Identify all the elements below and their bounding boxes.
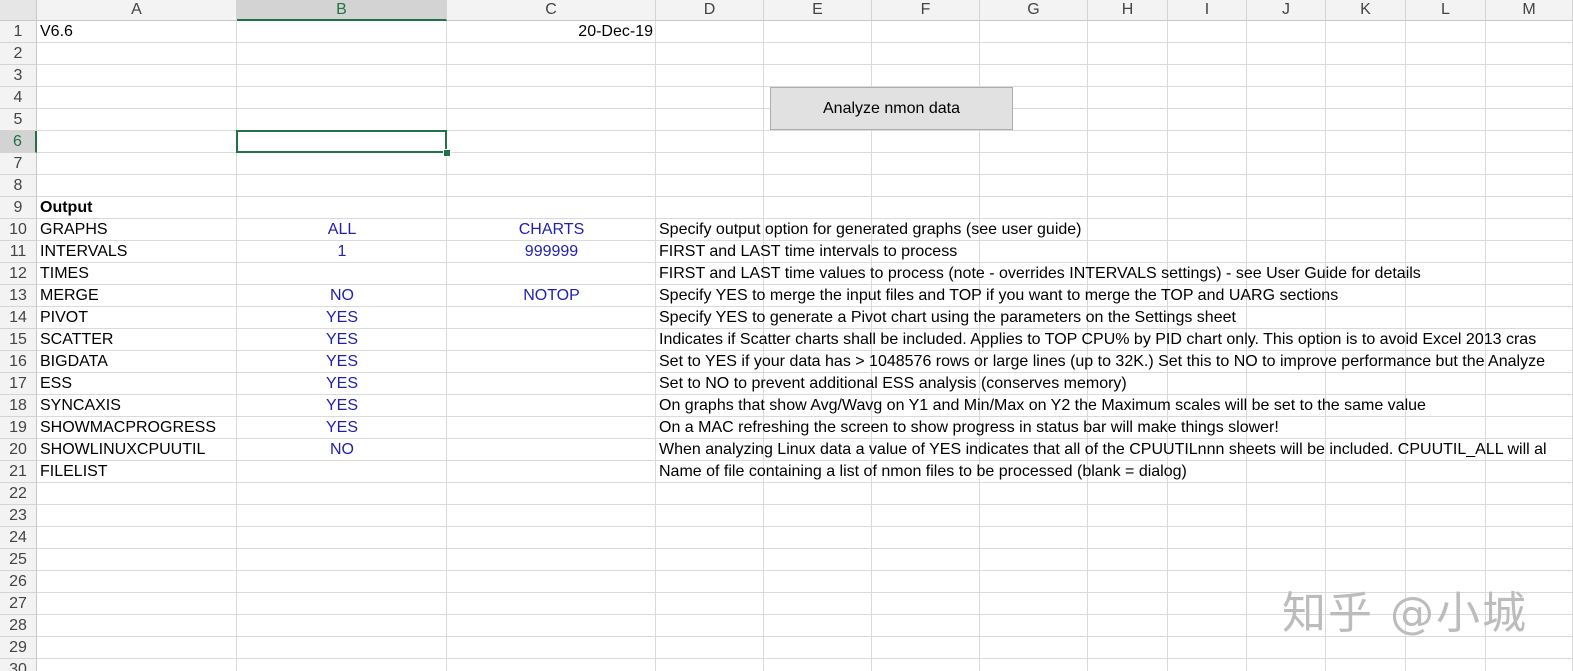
- cell-a17[interactable]: ESS: [37, 373, 237, 394]
- column-header-d[interactable]: D: [656, 0, 764, 21]
- gridline-horizontal: [37, 64, 1573, 65]
- cell-a1[interactable]: V6.6: [37, 21, 237, 42]
- row-header-13[interactable]: 13: [0, 285, 37, 307]
- cell-a13[interactable]: MERGE: [37, 285, 237, 306]
- row-header-25[interactable]: 25: [0, 549, 37, 571]
- cell-b10[interactable]: ALL: [237, 219, 447, 240]
- row-header-7[interactable]: 7: [0, 153, 37, 175]
- row-header-28[interactable]: 28: [0, 615, 37, 637]
- cell-a9[interactable]: Output: [37, 197, 237, 218]
- cell-b18[interactable]: YES: [237, 395, 447, 416]
- row-header-15[interactable]: 15: [0, 329, 37, 351]
- cell-c11[interactable]: 999999: [447, 241, 656, 262]
- gridline-horizontal: [37, 174, 1573, 175]
- row-header-6[interactable]: 6: [0, 131, 37, 153]
- spreadsheet-window: A B C D E F G H I J K L M 1 2 3 4 5 6 7 8 9 10 11 12 13 14 15 16 17 18…: [0, 0, 1573, 671]
- row-header-18[interactable]: 18: [0, 395, 37, 417]
- cell-a21[interactable]: FILELIST: [37, 461, 237, 482]
- cell-c13[interactable]: NOTOP: [447, 285, 656, 306]
- cell-d13[interactable]: Specify YES to merge the input files and…: [656, 285, 1573, 306]
- gridline-horizontal: [37, 526, 1573, 527]
- gridline-horizontal: [37, 482, 1573, 483]
- row-header-23[interactable]: 23: [0, 505, 37, 527]
- column-header-a[interactable]: A: [37, 0, 237, 21]
- cell-d14[interactable]: Specify YES to generate a Pivot chart us…: [656, 307, 1573, 328]
- cell-d21[interactable]: Name of file containing a list of nmon f…: [656, 461, 1573, 482]
- row-header-22[interactable]: 22: [0, 483, 37, 505]
- cell-d15[interactable]: Indicates if Scatter charts shall be inc…: [656, 329, 1573, 350]
- row-header-5[interactable]: 5: [0, 109, 37, 131]
- row-header-21[interactable]: 21: [0, 461, 37, 483]
- cell-b20[interactable]: NO: [237, 439, 447, 460]
- cell-a16[interactable]: BIGDATA: [37, 351, 237, 372]
- cell-b16[interactable]: YES: [237, 351, 447, 372]
- row-header-30[interactable]: 30: [0, 659, 37, 671]
- row-header-29[interactable]: 29: [0, 637, 37, 659]
- cell-b17[interactable]: YES: [237, 373, 447, 394]
- column-header-j[interactable]: J: [1247, 0, 1326, 21]
- column-header-k[interactable]: K: [1326, 0, 1406, 21]
- column-header-c[interactable]: C: [447, 0, 656, 21]
- cell-b14[interactable]: YES: [237, 307, 447, 328]
- cell-c1[interactable]: 20-Dec-19: [447, 21, 656, 42]
- row-header-10[interactable]: 10: [0, 219, 37, 241]
- cell-a18[interactable]: SYNCAXIS: [37, 395, 237, 416]
- cell-d12[interactable]: FIRST and LAST time values to process (n…: [656, 263, 1573, 284]
- column-header-i[interactable]: I: [1168, 0, 1247, 21]
- cell-d19[interactable]: On a MAC refreshing the screen to show p…: [656, 417, 1573, 438]
- cell-d10[interactable]: Specify output option for generated grap…: [656, 219, 1573, 240]
- row-header-11[interactable]: 11: [0, 241, 37, 263]
- cell-a14[interactable]: PIVOT: [37, 307, 237, 328]
- cell-a10[interactable]: GRAPHS: [37, 219, 237, 240]
- row-header-12[interactable]: 12: [0, 263, 37, 285]
- row-header-8[interactable]: 8: [0, 175, 37, 197]
- cell-a15[interactable]: SCATTER: [37, 329, 237, 350]
- analyze-nmon-data-button[interactable]: Analyze nmon data: [770, 87, 1013, 130]
- cell-d11[interactable]: FIRST and LAST time intervals to process: [656, 241, 1573, 262]
- row-header-20[interactable]: 20: [0, 439, 37, 461]
- cell-b15[interactable]: YES: [237, 329, 447, 350]
- cell-b19[interactable]: YES: [237, 417, 447, 438]
- row-header-1[interactable]: 1: [0, 21, 37, 43]
- cell-d16[interactable]: Set to YES if your data has > 1048576 ro…: [656, 351, 1573, 372]
- column-header-h[interactable]: H: [1088, 0, 1168, 21]
- active-cell-selection[interactable]: [236, 130, 447, 153]
- row-header-19[interactable]: 19: [0, 417, 37, 439]
- cell-a12[interactable]: TIMES: [37, 263, 237, 284]
- cell-c10[interactable]: CHARTS: [447, 219, 656, 240]
- cell-d20[interactable]: When analyzing Linux data a value of YES…: [656, 439, 1573, 460]
- column-header-m[interactable]: M: [1486, 0, 1573, 21]
- watermark-text: 知乎 @小城: [1282, 588, 1528, 639]
- gridline-horizontal: [37, 196, 1573, 197]
- select-all-corner[interactable]: [0, 0, 37, 21]
- gridline-horizontal: [37, 504, 1573, 505]
- row-header-26[interactable]: 26: [0, 571, 37, 593]
- row-header-14[interactable]: 14: [0, 307, 37, 329]
- column-header-e[interactable]: E: [764, 0, 872, 21]
- row-header-3[interactable]: 3: [0, 65, 37, 87]
- column-header-b[interactable]: B: [237, 0, 447, 21]
- cell-a20[interactable]: SHOWLINUXCPUUTIL: [37, 439, 237, 460]
- cell-a11[interactable]: INTERVALS: [37, 241, 237, 262]
- cell-b11[interactable]: 1: [237, 241, 447, 262]
- gridline-horizontal: [37, 42, 1573, 43]
- cell-b13[interactable]: NO: [237, 285, 447, 306]
- row-header-4[interactable]: 4: [0, 87, 37, 109]
- cell-d18[interactable]: On graphs that show Avg/Wavg on Y1 and M…: [656, 395, 1573, 416]
- column-header-l[interactable]: L: [1406, 0, 1486, 21]
- row-header-17[interactable]: 17: [0, 373, 37, 395]
- cell-a19[interactable]: SHOWMACPROGRESS: [37, 417, 237, 438]
- gridline-horizontal: [37, 548, 1573, 549]
- row-header-16[interactable]: 16: [0, 351, 37, 373]
- gridline-horizontal: [37, 570, 1573, 571]
- gridline-horizontal: [37, 658, 1573, 659]
- column-header-g[interactable]: G: [980, 0, 1088, 21]
- row-header-2[interactable]: 2: [0, 43, 37, 65]
- cell-d17[interactable]: Set to NO to prevent additional ESS anal…: [656, 373, 1573, 394]
- row-header-24[interactable]: 24: [0, 527, 37, 549]
- row-header-9[interactable]: 9: [0, 197, 37, 219]
- column-header-f[interactable]: F: [872, 0, 980, 21]
- row-header-27[interactable]: 27: [0, 593, 37, 615]
- fill-handle[interactable]: [443, 149, 451, 157]
